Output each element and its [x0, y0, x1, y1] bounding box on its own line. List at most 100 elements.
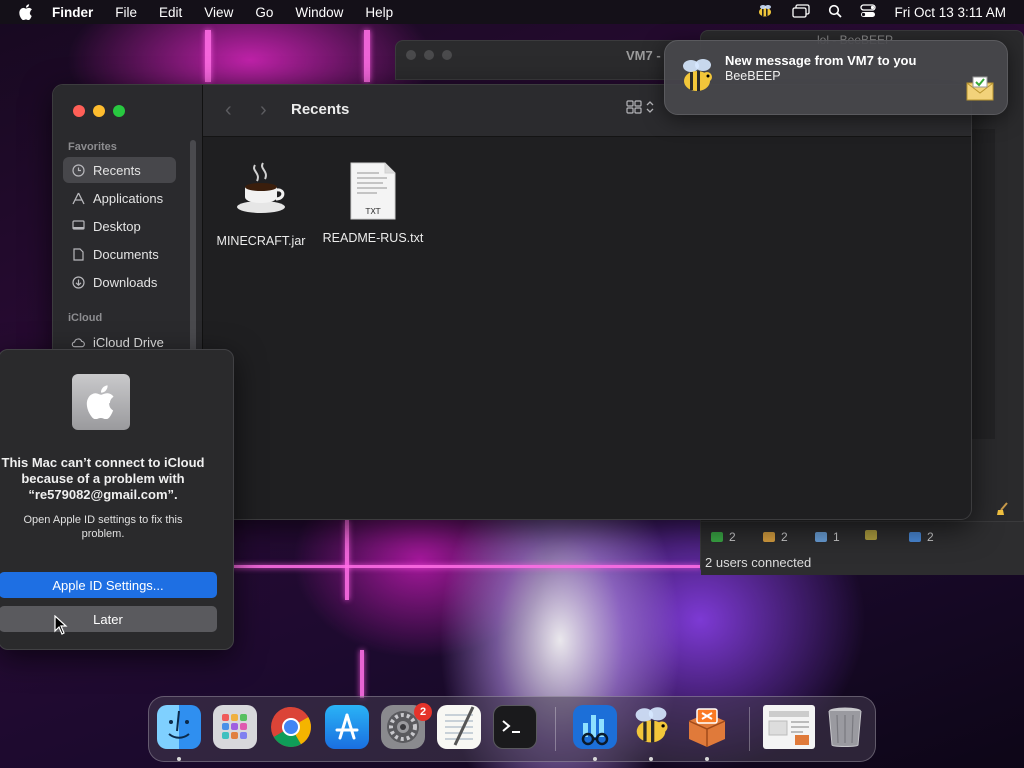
users-icon [763, 532, 775, 542]
document-icon [71, 247, 85, 261]
chats-count[interactable]: 1 [815, 530, 840, 544]
minimize-button[interactable] [93, 105, 105, 117]
files-count[interactable]: 2 [909, 530, 934, 544]
menu-file[interactable]: File [115, 5, 137, 20]
control-center-icon[interactable] [860, 3, 877, 21]
notification-badge: 2 [414, 703, 432, 721]
window-stack-icon[interactable] [792, 3, 811, 21]
trash-icon[interactable] [823, 705, 867, 749]
wallpaper-glow [205, 30, 211, 82]
finder-dock-icon[interactable] [157, 705, 201, 749]
apple-logo-icon [72, 374, 130, 430]
desktop-icon [71, 219, 85, 233]
wallpaper-glow [345, 520, 349, 600]
menu-view[interactable]: View [204, 5, 233, 20]
running-indicator [649, 757, 653, 761]
users-connected-label: 2 users connected [705, 555, 812, 570]
forward-chevron-icon[interactable]: › [260, 99, 267, 122]
java-coffee-icon [233, 159, 289, 224]
sidebar-item-label: Applications [93, 190, 164, 206]
chrome-dock-icon[interactable] [269, 705, 313, 749]
mail-envelope-icon [965, 75, 995, 106]
beebeep-dock-icon[interactable] [629, 705, 673, 749]
beebeep-status-icon[interactable] [756, 4, 774, 21]
alert-subtext: Open Apple ID settings to fix this probl… [23, 514, 183, 540]
running-indicator [705, 757, 709, 761]
zoom-button[interactable] [113, 105, 125, 117]
sidebar-item-label: Downloads [93, 274, 158, 290]
later-button[interactable]: Later [0, 606, 217, 632]
zoom-button[interactable] [442, 50, 452, 60]
minimize-button[interactable] [424, 50, 434, 60]
menu-help[interactable]: Help [365, 5, 393, 20]
menu-clock[interactable]: Fri Oct 13 3:11 AM [894, 5, 1006, 20]
download-icon [71, 275, 85, 289]
notification-banner[interactable]: New message from VM7 to you BeeBEEP [664, 40, 1008, 115]
broom-icon[interactable] [995, 501, 1017, 521]
txt-file-icon: TXT [349, 161, 397, 221]
grid-view-icon [626, 100, 642, 114]
chat-icon [815, 532, 827, 542]
wallpaper-glow [364, 30, 370, 82]
wallpaper-glow [232, 565, 702, 568]
menu-app-name[interactable]: Finder [52, 5, 93, 20]
menu-window[interactable]: Window [295, 5, 343, 20]
sidebar-item-label: Desktop [93, 218, 141, 234]
dock-separator [555, 707, 556, 751]
dock-separator [749, 707, 750, 751]
xampp-dock-icon[interactable] [685, 705, 729, 749]
sidebar-item-label: Documents [93, 246, 159, 262]
glances-dock-icon[interactable] [573, 705, 617, 749]
applications-icon [71, 191, 85, 205]
terminal-dock-icon[interactable] [493, 705, 537, 749]
view-mode-toggle[interactable] [626, 100, 654, 114]
launchpad-dock-icon[interactable] [213, 705, 257, 749]
document-preview-dock-icon[interactable] [763, 705, 815, 749]
file-share-icon [909, 532, 921, 542]
back-chevron-icon[interactable]: ‹ [225, 99, 232, 122]
sidebar-item-label: Recents [93, 162, 141, 178]
spotlight-search-icon[interactable] [828, 4, 843, 21]
running-indicator [593, 757, 597, 761]
file-item[interactable]: TXT README-RUS.txt [313, 161, 433, 245]
chevron-updown-icon [646, 101, 654, 113]
textedit-dock-icon[interactable] [437, 705, 481, 749]
sidebar-item-desktop[interactable]: Desktop [63, 213, 176, 239]
window-title: VM7 - [626, 48, 661, 63]
app-store-dock-icon[interactable] [325, 705, 369, 749]
sidebar-item-recents[interactable]: Recents [63, 157, 176, 183]
icloud-alert-dialog: This Mac can’t connect to iCloud because… [0, 349, 234, 650]
sidebar-section-favorites: Favorites [68, 141, 117, 153]
window-title: Recents [291, 101, 350, 118]
file-name: MINECRAFT.jar [216, 234, 306, 248]
running-indicator [177, 757, 181, 761]
file-type-badge: TXT [365, 207, 381, 216]
sidebar-item-documents[interactable]: Documents [63, 241, 176, 267]
cloud-icon [71, 335, 85, 349]
sidebar-item-applications[interactable]: Applications [63, 185, 176, 211]
file-name: README-RUS.txt [322, 231, 424, 245]
apple-menu-icon[interactable] [0, 4, 52, 20]
sidebar-scrollbar[interactable] [190, 140, 196, 380]
users-count[interactable]: 2 [763, 530, 788, 544]
wallpaper-glow [360, 650, 364, 698]
beebeep-bee-icon [677, 57, 717, 102]
beebeep-status-bar: 2 2 1 2 2 users connected [701, 521, 1024, 575]
sidebar-item-label: iCloud Drive [93, 334, 164, 350]
beebeep-side-panel [971, 129, 995, 439]
close-button[interactable] [406, 50, 416, 60]
menu-edit[interactable]: Edit [159, 5, 182, 20]
online-count[interactable]: 2 [711, 530, 736, 544]
sidebar-section-icloud: iCloud [68, 312, 103, 324]
groups-count[interactable] [865, 530, 883, 540]
clock-icon [71, 163, 85, 177]
mouse-cursor-icon [54, 614, 68, 635]
notification-body: BeeBEEP [725, 69, 781, 83]
sidebar-item-downloads[interactable]: Downloads [63, 269, 176, 295]
group-icon [865, 530, 877, 540]
monitor-icon [711, 532, 723, 542]
close-button[interactable] [73, 105, 85, 117]
apple-id-settings-button[interactable]: Apple ID Settings... [0, 572, 217, 598]
file-item[interactable]: MINECRAFT.jar [201, 159, 321, 248]
menu-go[interactable]: Go [255, 5, 273, 20]
